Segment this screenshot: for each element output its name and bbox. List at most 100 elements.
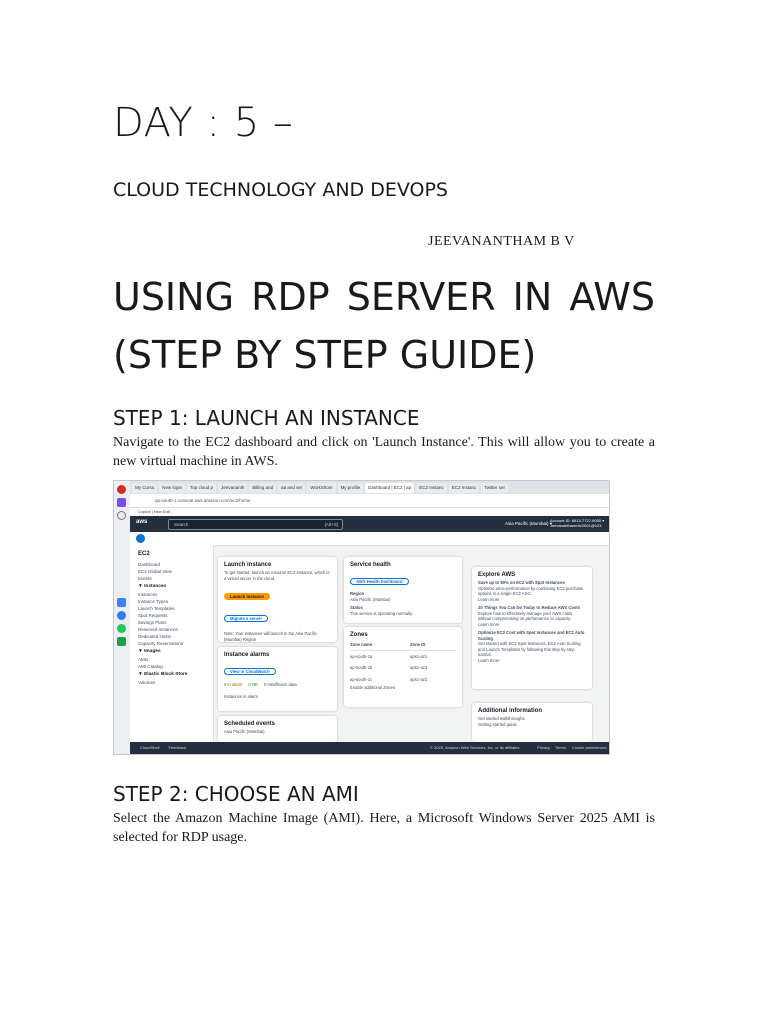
main-heading: USING RDP SERVER IN AWS (STEP BY STEP GU… <box>113 268 655 384</box>
nav-item: Spot Requests <box>138 613 168 618</box>
whatsapp-icon <box>117 624 126 633</box>
additional-card-title: Additional information <box>478 708 542 714</box>
health-region-value: Asia Pacific (Mumbai) <box>350 596 391 602</box>
step1-heading: STEP 1: LAUNCH AN INSTANCE <box>113 406 420 430</box>
nav-item: Dedicated Hosts <box>138 634 172 639</box>
cloudshell-label: CloudShell <box>140 745 160 750</box>
browser-tab: My profile <box>337 482 364 493</box>
nav-group: ▼ Elastic Block Store <box>138 672 188 677</box>
app-icon <box>117 598 126 607</box>
zone-id: aps1-az2 <box>410 676 428 682</box>
messenger-icon <box>117 611 126 620</box>
zone-name: ap-south-1c <box>350 676 373 682</box>
course-subtitle: CLOUD TECHNOLOGY AND DEVOPS <box>113 179 448 201</box>
bookmark-bar: Copilot | New Edit... <box>130 508 609 516</box>
launch-instance-card: Launch instance To get started, launch a… <box>218 557 337 642</box>
browser-tabbar: My Cursu New login Top cloud p Jeevanant… <box>130 481 609 494</box>
aws-sub-header <box>130 532 609 546</box>
privacy-link: Privacy <box>537 745 551 750</box>
zone-row: ap-south-1b aps1-az3 <box>350 662 456 674</box>
aws-top-nav: aws Search [Alt+S] Asia Pacific (Mumbai)… <box>130 516 609 532</box>
nav-item: AMIs <box>138 657 149 662</box>
nav-item: Savings Plans <box>138 620 167 625</box>
explore-aws-card: Explore AWS Save up to 90% on EC2 with S… <box>472 567 592 689</box>
browser-tab: Top cloud p <box>187 482 217 493</box>
view-cloudwatch-button: View in CloudWatch <box>224 668 276 675</box>
heading-word: SERVER <box>346 275 496 319</box>
account-user: Jeevananthamrbv2001@123 <box>550 523 602 528</box>
learn-more-link: Learn more <box>478 621 500 627</box>
zone-name: ap-south-1b <box>350 665 373 670</box>
feedback-label: Feedback <box>168 745 187 750</box>
zones-card-title: Zones <box>350 632 368 638</box>
cookie-link: Cookie preferences <box>572 745 607 750</box>
nav-item: Capacity Reservations <box>138 641 184 646</box>
explore-item-heading: Optimize EC2 Cost with Spot Instances an… <box>478 630 585 641</box>
search-placeholder: Search <box>174 522 189 527</box>
copyright-text: © 2025, Amazon Web Services, Inc. or its… <box>430 745 521 750</box>
launch-card-note: Note: Your instances will launch in the … <box>224 631 317 642</box>
ec2-nav-title: EC2 <box>138 551 150 557</box>
heading-word: USING <box>113 275 235 319</box>
scheduled-card-title: Scheduled events <box>224 721 276 727</box>
nav-item: Events <box>138 576 152 581</box>
browser-tab: WorkShom <box>307 482 336 493</box>
explore-card-title: Explore AWS <box>478 572 516 578</box>
main-heading-line2: (STEP BY STEP GUIDE) <box>113 333 537 377</box>
in-alarm-count: 0 in alarm <box>224 682 243 687</box>
browser-tab: Billing and <box>249 482 277 493</box>
health-dashboard-button: AWS Health Dashboard <box>350 578 409 585</box>
browser-tab: Twitter ser <box>481 482 508 493</box>
scheduled-region: Asia Pacific (Mumbai) <box>224 729 265 734</box>
launch-card-title: Launch instance <box>224 562 272 568</box>
history-icon <box>117 511 126 520</box>
aws-search-input: Search [Alt+S] <box>168 519 343 530</box>
main-heading-line1: USING RDP SERVER IN AWS <box>113 268 655 326</box>
opera-icon <box>117 485 126 494</box>
nav-group: ▼ Instances <box>138 584 167 589</box>
insufficient-count: 0 Insufficient data <box>263 682 297 687</box>
nav-item: Instances <box>138 592 158 597</box>
menu-toggle-icon <box>136 534 145 543</box>
author-name: JEEVANANTHAM B V <box>428 234 575 249</box>
browser-tab-active: Dashboard | EC2 | ap <box>365 482 415 493</box>
ec2-console-screenshot: My Cursu New login Top cloud p Jeevanant… <box>113 480 610 755</box>
nav-item: Dashboard <box>138 562 161 567</box>
nav-item: Launch Templates <box>138 606 175 611</box>
browser-sidebar <box>114 481 131 754</box>
aria-icon <box>117 498 126 507</box>
zones-col-name: Zone name <box>350 642 373 647</box>
ec2-side-nav: EC2 Dashboard EC2 Global View Events ▼ I… <box>130 545 214 742</box>
nav-item: EC2 Global View <box>138 569 172 574</box>
zone-id: aps1-az3 <box>410 665 428 670</box>
additional-info-card: Additional information Get started walkt… <box>472 703 592 742</box>
launch-instance-button: Launch instance <box>224 593 270 600</box>
learn-more-link: Learn more <box>478 596 500 602</box>
service-health-card: Service health AWS Health Dashboard Regi… <box>344 557 462 623</box>
nav-item: Reserved Instances <box>138 627 178 632</box>
health-status-value: This service is operating normally. <box>350 610 413 616</box>
step1-text: Navigate to the EC2 dashboard and click … <box>113 435 655 469</box>
account-menu: Account ID: 8913-7727-6000 ▾ Jeevanantha… <box>550 518 604 528</box>
browser-tab: EC2 Instanc <box>416 482 447 493</box>
browser-tab: aa and ser <box>278 482 306 493</box>
step2-text: Select the Amazon Machine Image (AMI). H… <box>113 811 655 845</box>
heading-word: IN <box>512 275 553 319</box>
nav-item: Instance Types <box>138 599 169 604</box>
enable-zones-link: Enable additional Zones <box>350 685 395 690</box>
getting-started-link: Getting started guide <box>478 721 517 727</box>
explore-item-heading: 10 Things You Can Do Today to Reduce AWS… <box>478 605 580 610</box>
zones-card: Zones Zone name Zone ID ap-south-1a aps1… <box>344 627 462 707</box>
app-icon <box>117 637 126 646</box>
aws-footer: CloudShell Feedback © 2025, Amazon Web S… <box>130 742 609 754</box>
zone-id: aps1-az1 <box>410 653 428 659</box>
browser-tab: EC2 Instanc <box>448 482 480 493</box>
aws-logo: aws <box>136 519 148 525</box>
learn-more-link: Learn more <box>478 657 500 663</box>
address-bar: ap-south-1.console.aws.amazon.com/ec2/ho… <box>130 494 609 508</box>
instances-in-alarm-link: Instances in alarm <box>224 693 258 699</box>
browser-tab: Jeevananth <box>218 482 248 493</box>
migrate-server-button: Migrate a server <box>224 615 269 622</box>
zone-name: ap-south-1a <box>350 653 373 659</box>
instance-alarms-card: Instance alarms View in CloudWatch 0 in … <box>218 647 337 711</box>
